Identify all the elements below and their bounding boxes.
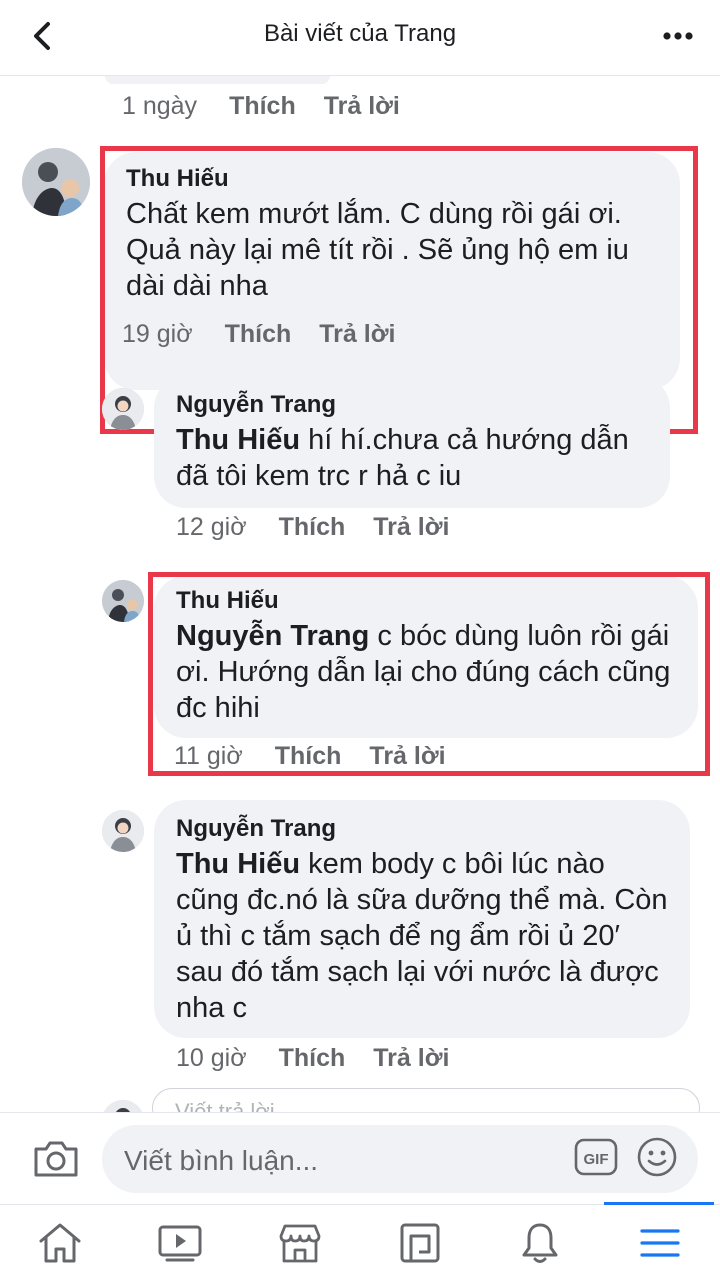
bottom-navigation [0,1202,720,1280]
reply-link[interactable]: Trả lời [324,92,400,121]
reply-link[interactable]: Trả lời [373,513,449,542]
video-icon [158,1225,202,1262]
reply-link[interactable]: Trả lời [319,320,395,349]
nav-menu[interactable] [600,1205,720,1280]
comment-bubble: Nguyễn Trang Thu Hiếu kem body c bôi lúc… [154,800,690,1038]
reply-input-placeholder: Viết trả lời... [175,1099,293,1112]
previous-comment-meta: 1 ngày Thích Trả lời [122,92,428,121]
avatar [102,1100,144,1112]
comment-time: 11 giờ [174,742,243,770]
comment-time: 19 giờ [122,320,193,348]
avatar[interactable] [22,148,90,216]
avatar-photo-icon [102,1100,144,1112]
mention-link[interactable]: Nguyễn Trang [176,620,369,652]
mention-link[interactable]: Thu Hiếu [176,848,300,880]
like-link[interactable]: Thích [225,320,292,349]
gif-button[interactable]: GIF [574,1138,618,1176]
mention-link[interactable]: Thu Hiếu [176,424,300,456]
comment-meta: 12 giờ Thích Trả lời [176,513,477,542]
comment-author[interactable]: Thu Hiếu [176,586,678,616]
marketplace-icon [279,1224,321,1263]
more-options-button[interactable] [658,18,698,54]
reply-link[interactable]: Trả lời [369,742,445,771]
comment-meta: 10 giờ Thích Trả lời [176,1044,477,1073]
like-link[interactable]: Thích [275,742,342,771]
comment-author[interactable]: Thu Hiếu [126,164,660,194]
home-icon [39,1223,81,1263]
nav-notifications[interactable] [480,1205,600,1280]
comment-input[interactable]: Viết bình luận... GIF [102,1125,698,1193]
nav-home[interactable] [0,1205,120,1280]
avatar-photo-icon [102,580,144,622]
nav-marketplace[interactable] [240,1205,360,1280]
comment-text: Chất kem mướt lắm. C dùng rồi gái ơi. Qu… [126,198,629,302]
comment-time: 10 giờ [176,1044,247,1072]
comment-text: Thu Hiếu kem body c bôi lúc nào cũng đc.… [176,846,670,1026]
camera-button[interactable] [32,1137,80,1181]
like-link[interactable]: Thích [229,92,296,121]
emoji-button[interactable] [636,1136,678,1178]
like-link[interactable]: Thích [279,513,346,542]
comment-time: 1 ngày [122,92,198,120]
pages-icon [400,1223,440,1263]
comment-time: 12 giờ [176,513,247,541]
menu-icon [640,1229,680,1257]
notifications-icon [522,1223,558,1263]
nav-watch[interactable] [120,1205,240,1280]
camera-icon [34,1141,78,1177]
more-horizontal-icon [663,32,693,40]
avatar[interactable] [102,388,144,430]
previous-comment-bubble [105,76,330,84]
comment-thread: 1 ngày Thích Trả lời Thu Hiếu Chất kem m… [0,76,720,1112]
emoji-icon [637,1137,677,1177]
reply-input[interactable]: Viết trả lời... [152,1088,700,1112]
comment-text: Nguyễn Trang c bóc dùng luôn rồi gái ơi.… [176,618,678,726]
page-title: Bài viết của Trang [263,20,457,47]
top-bar: Bài viết của Trang [0,0,720,76]
nav-pages[interactable] [360,1205,480,1280]
comment-text: Thu Hiếu hí hí.chưa cả hướng dẫn đã tôi … [176,422,650,494]
comment-bubble: Nguyễn Trang Thu Hiếu hí hí.chưa cả hướn… [154,376,670,508]
comment-bubble: Thu Hiếu Chất kem mướt lắm. C dùng rồi g… [104,152,680,390]
comment-bubble: Thu Hiếu Nguyễn Trang c bóc dùng luôn rồ… [154,576,698,738]
comment-author[interactable]: Nguyễn Trang [176,814,670,844]
comment-input-placeholder: Viết bình luận... [124,1145,319,1176]
comment-meta: 19 giờ Thích Trả lời [122,320,423,349]
like-link[interactable]: Thích [279,1044,346,1073]
avatar[interactable] [102,810,144,852]
comment-meta: 11 giờ Thích Trả lời [174,742,474,771]
comment-author[interactable]: Nguyễn Trang [176,390,650,420]
reply-link[interactable]: Trả lời [373,1044,449,1073]
avatar-photo-icon [102,388,144,430]
gif-icon: GIF [574,1138,618,1176]
gif-label: GIF [584,1151,609,1168]
avatar-photo-icon [102,810,144,852]
comment-composer: Viết bình luận... GIF [0,1112,720,1204]
avatar-photo-icon [22,148,90,216]
avatar[interactable] [102,580,144,622]
